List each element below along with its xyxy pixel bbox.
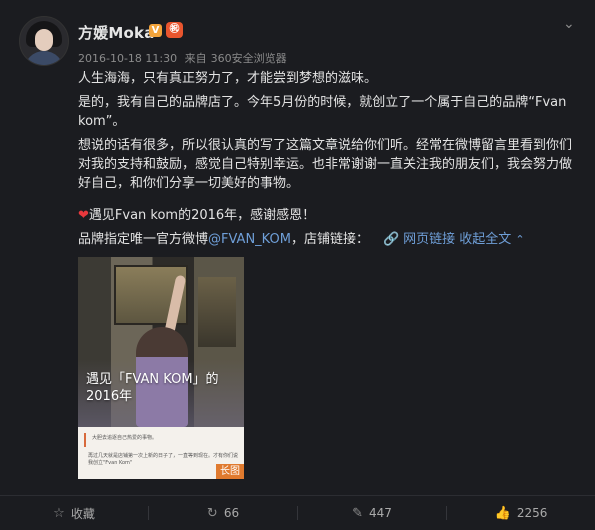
shop-link-label: ，店铺链接： (290, 232, 369, 247)
post-source-prefix: 来自 (184, 52, 207, 65)
thumbnail-caption-line-2: 2016年 (86, 389, 133, 404)
avatar-face (35, 29, 53, 51)
thumbnail-caption: 遇见「FVAN KOM」的 2016年 (86, 371, 219, 405)
avatar[interactable] (19, 16, 69, 66)
like-button[interactable]: 👍 2256 (447, 496, 595, 530)
post-source[interactable]: 360安全浏览器 (211, 52, 287, 65)
verified-badge-icon[interactable]: V (149, 24, 162, 37)
thumbnail-paper-accent (84, 433, 86, 447)
post-text-line-4-body: 遇见Fvan kom的2016年，感谢感恩！ (88, 208, 316, 223)
post-text-line-4: ❤遇见Fvan kom的2016年，感谢感恩！ (78, 206, 578, 225)
brand-prefix: 品牌指定唯一官方微博 (78, 232, 209, 247)
long-image-thumbnail[interactable]: 遇见「FVAN KOM」的 2016年 大胆去追逐自己热爱的事物。 再过几天就是店… (78, 257, 244, 479)
thumbnail-paper-line-1: 大胆去追逐自己热爱的事物。 (92, 435, 158, 441)
repost-icon: ↻ (206, 505, 218, 521)
chevron-up-icon[interactable]: ⌃ (515, 233, 524, 246)
post-text-line-3: 想说的话有很多，所以很认真的写了这篇文章说给你们听。经常在微博留言里看到你们对我… (78, 138, 573, 191)
comment-button[interactable]: ✎ 447 (298, 496, 446, 530)
comment-icon: ✎ (352, 505, 363, 521)
like-count: 2256 (516, 506, 548, 520)
username[interactable]: 方媛Moka (78, 22, 155, 43)
collapse-link[interactable]: 收起全文 (459, 232, 511, 247)
comment-count: 447 (369, 506, 392, 520)
post-timestamp[interactable]: 2016-10-18 11:30 (78, 52, 177, 65)
vip-badge-icon[interactable]: ㊗ (166, 22, 183, 38)
avatar-body (24, 51, 64, 65)
weibo-post-card: 方媛Moka V ㊗ ⌄ 2016-10-18 11:30 来自 360安全浏览器… (0, 0, 595, 530)
star-icon: ☆ (53, 505, 65, 521)
thumbnail-shop-window-2 (198, 277, 236, 347)
link-icon: 🔗 (382, 232, 400, 247)
thumbnail-caption-line-1: 遇见「FVAN KOM」的 (86, 372, 219, 387)
heart-icon: ❤ (78, 208, 89, 223)
post-text-line-1: 人生海海，只有真正努力了，才能尝到梦想的滋味。 (78, 71, 378, 86)
action-bar: ☆ 收藏 ↻ 66 ✎ 447 👍 2256 (0, 495, 595, 530)
favorite-label: 收藏 (70, 506, 95, 521)
long-image-tag: 长图 (216, 464, 244, 479)
post-text-line-2: 是的，我有自己的品牌店了。今年5月份的时候，就创立了一个属于自己的品牌“Fvan… (78, 95, 567, 129)
repost-button[interactable]: ↻ 66 (149, 496, 297, 530)
web-link[interactable]: 网页链接 (403, 232, 455, 247)
post-meta: 2016-10-18 11:30 来自 360安全浏览器 (78, 50, 291, 66)
post-text-line-5: 品牌指定唯一官方微博@FVAN_KOM，店铺链接： 🔗 网页链接 收起全文 ⌃ (78, 230, 578, 249)
thumbs-up-icon: 👍 (494, 505, 511, 521)
chevron-down-icon[interactable]: ⌄ (563, 16, 575, 32)
favorite-button[interactable]: ☆ 收藏 (0, 496, 148, 530)
mention-link[interactable]: @FVAN_KOM (208, 232, 291, 247)
repost-count: 66 (223, 506, 240, 520)
